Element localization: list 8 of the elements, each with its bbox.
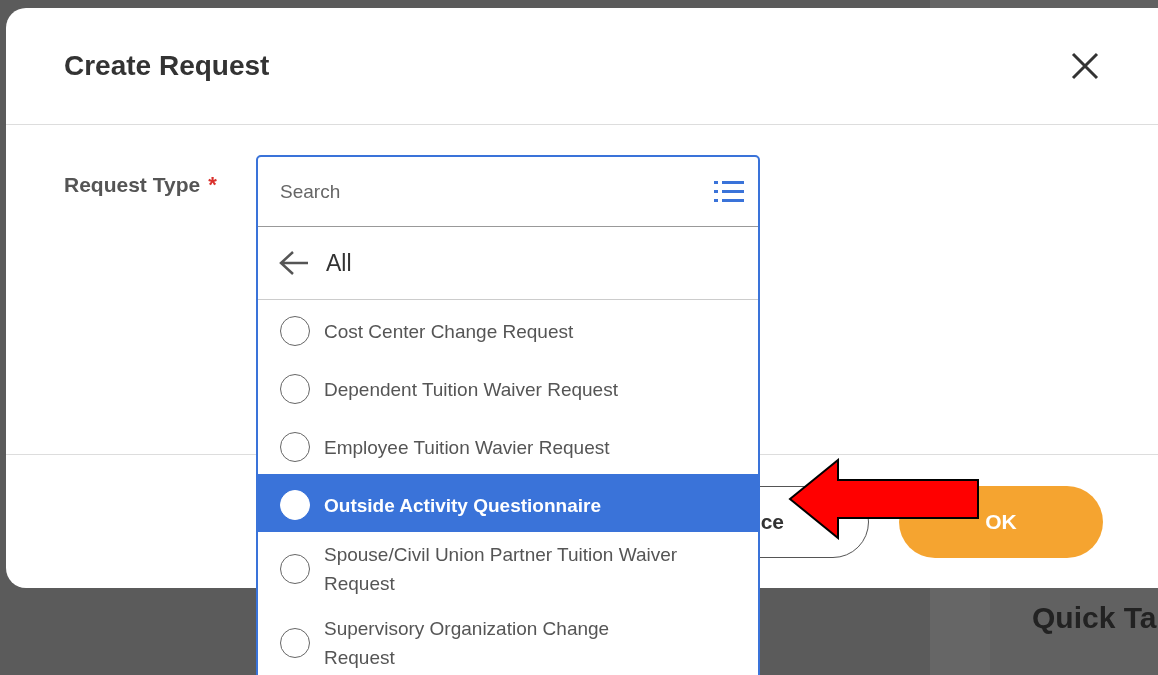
- breadcrumb[interactable]: All: [326, 249, 352, 277]
- close-icon[interactable]: [1070, 51, 1100, 81]
- back-arrow-icon[interactable]: [278, 249, 310, 277]
- field-label: Request Type *: [64, 172, 217, 198]
- list-icon[interactable]: [714, 179, 744, 204]
- section-heading: Quick Ta: [1032, 601, 1157, 635]
- dialog-title: Create Request: [64, 50, 270, 82]
- option-item[interactable]: Outside Activity Questionnaire: [258, 474, 758, 532]
